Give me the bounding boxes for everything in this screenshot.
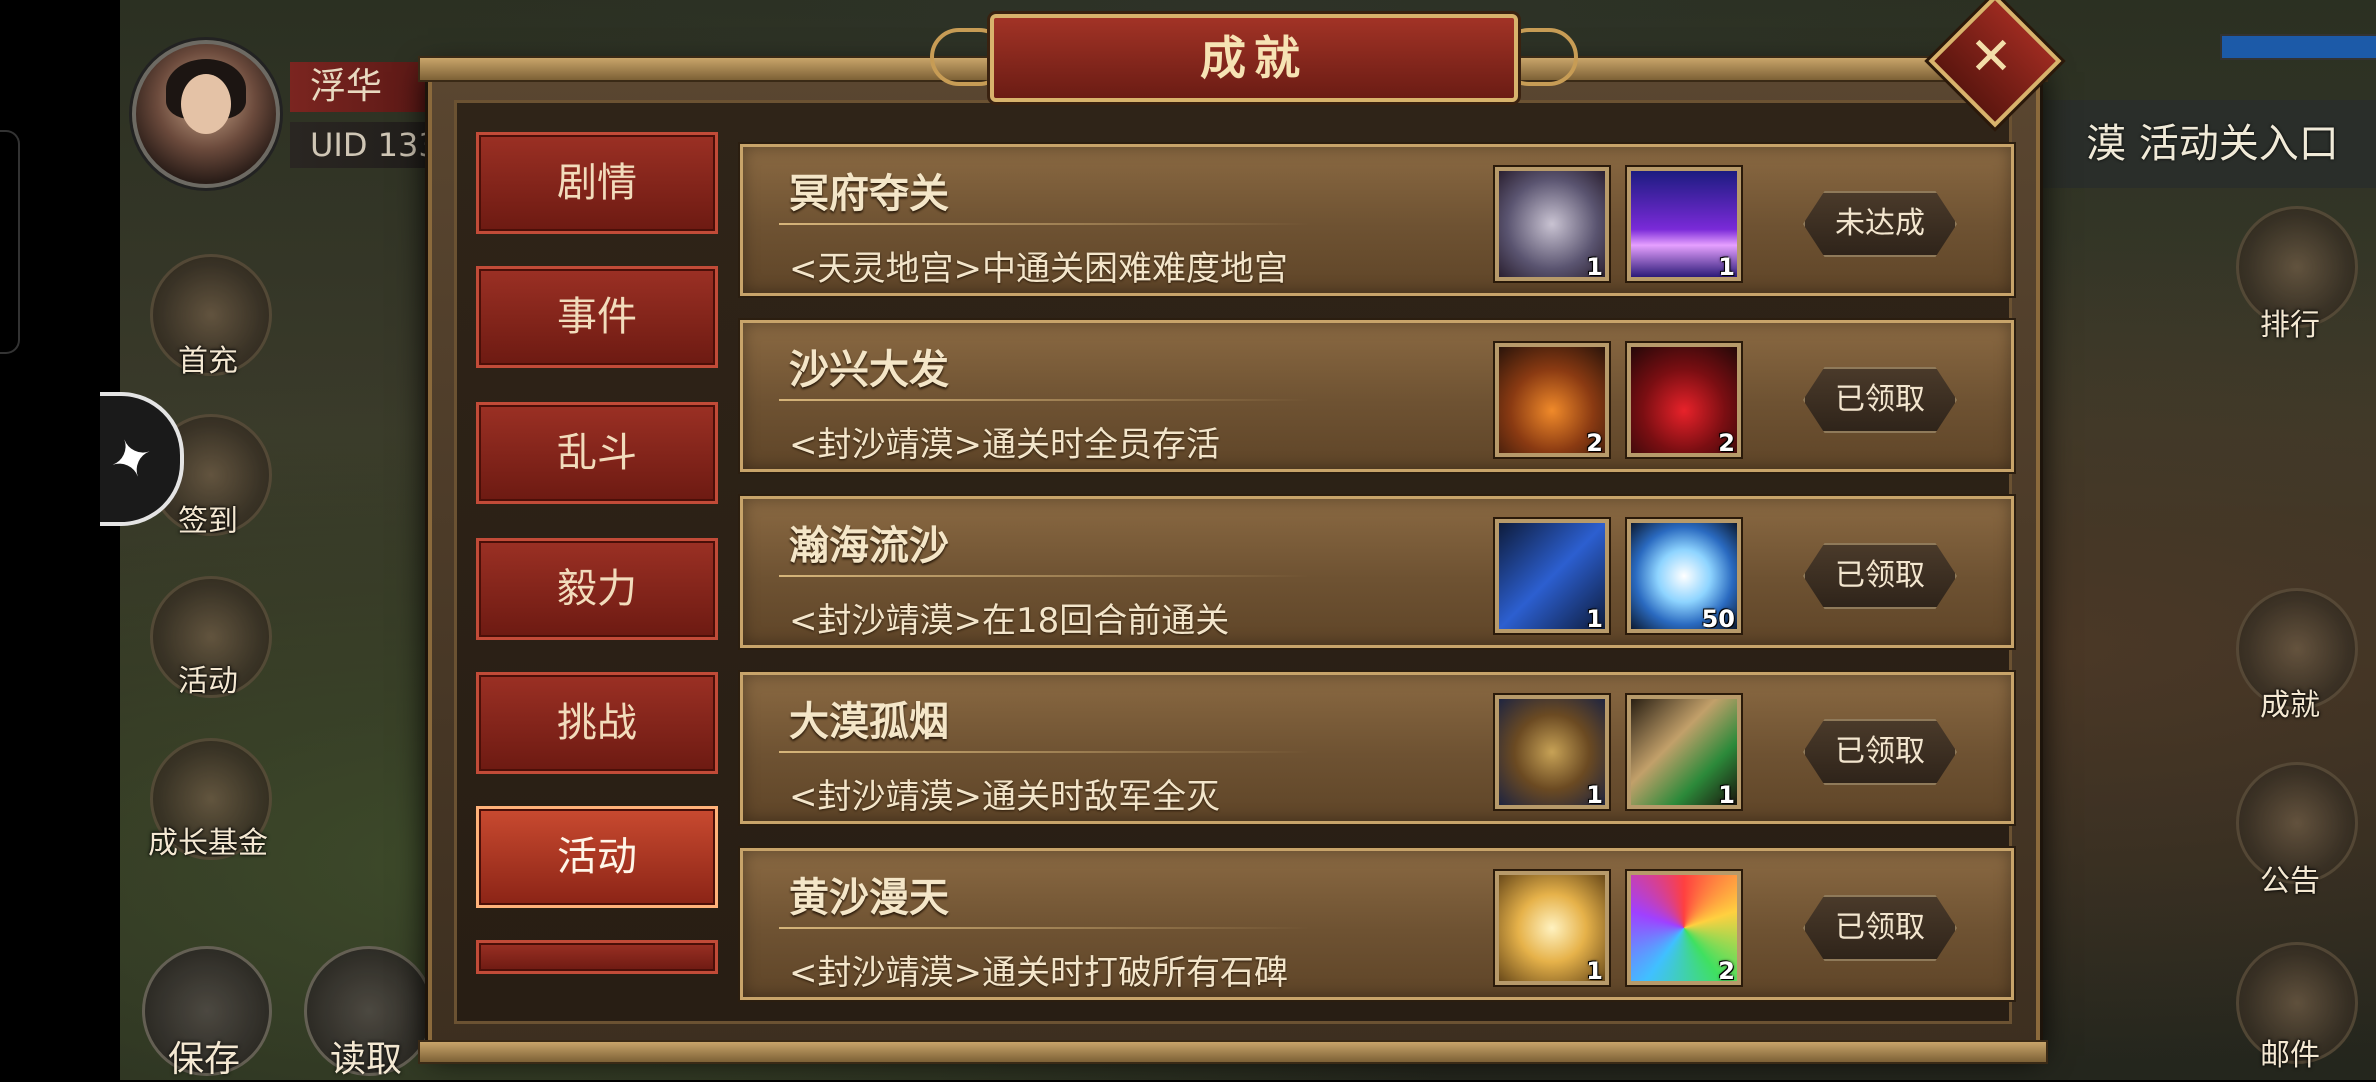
load-label: 读取 <box>329 1039 402 1080</box>
war-horse-icon[interactable]: 1 <box>1495 695 1609 809</box>
purple-light-icon[interactable]: 1 <box>1627 167 1741 281</box>
tab-more-partial[interactable] <box>476 940 718 974</box>
player-avatar[interactable] <box>132 40 280 188</box>
tab-label: 乱斗 <box>557 430 637 476</box>
divider <box>779 223 1309 225</box>
growth-fund-label: 成长基金 <box>148 826 268 861</box>
reward-count: 1 <box>1718 781 1735 809</box>
tab-events[interactable]: 事件 <box>476 266 718 368</box>
treasure-chest-icon[interactable]: 1 <box>1495 167 1609 281</box>
achievement-desc: <封沙靖漠>在18回合前通关 <box>789 601 1230 641</box>
reward-count: 1 <box>1586 253 1603 281</box>
notch-edge <box>0 130 20 354</box>
reward-count: 50 <box>1701 605 1735 633</box>
tab-label: 挑战 <box>557 700 637 746</box>
achievement-title: 冥府夺关 <box>789 171 949 217</box>
tab-story[interactable]: 剧情 <box>476 132 718 234</box>
gold-token-icon[interactable]: 1 <box>1495 871 1609 985</box>
reward-count: 1 <box>1586 957 1603 985</box>
event-label: 活动 <box>178 664 238 699</box>
tab-activity[interactable]: 活动 <box>476 806 718 908</box>
close-icon: ✕ <box>1969 27 2013 87</box>
divider <box>779 927 1309 929</box>
tab-label: 事件 <box>557 294 637 340</box>
tab-label: 活动 <box>557 834 637 880</box>
red-cherry-icon[interactable]: 2 <box>1627 343 1741 457</box>
rainbow-orb-icon[interactable]: 2 <box>1627 871 1741 985</box>
status-button[interactable]: 未达成 <box>1803 191 1957 257</box>
tab-perseverance[interactable]: 毅力 <box>476 538 718 640</box>
notice-label: 公告 <box>2260 864 2320 899</box>
ranking-label: 排行 <box>2260 308 2320 343</box>
status-button[interactable]: 已领取 <box>1803 719 1957 785</box>
achievement-row: 沙兴大发 <封沙靖漠>通关时全员存活 2 2 已领取 <box>740 320 2014 472</box>
tab-challenge[interactable]: 挑战 <box>476 672 718 774</box>
blue-scroll-icon[interactable]: 1 <box>1495 519 1609 633</box>
dialog-bottom-rail <box>418 1040 2048 1064</box>
achievement-desc: <天灵地宫>中通关困难难度地宫 <box>789 249 1288 289</box>
achievement-row: 瀚海流沙 <封沙靖漠>在18回合前通关 1 50 已领取 <box>740 496 2014 648</box>
tab-brawl[interactable]: 乱斗 <box>476 402 718 504</box>
green-scroll-icon[interactable]: 1 <box>1627 695 1741 809</box>
assistant-icon: ✦ <box>101 424 163 496</box>
reward-count: 2 <box>1586 429 1603 457</box>
divider <box>779 575 1309 577</box>
orange-fruit-icon[interactable]: 2 <box>1495 343 1609 457</box>
event-entrance-banner[interactable]: 漠 活动关入口 <box>2016 100 2376 188</box>
energy-bar <box>2220 34 2376 60</box>
first-charge-label: 首充 <box>178 344 238 379</box>
achievement-label: 成就 <box>2260 688 2320 723</box>
screen-letterbox <box>0 0 120 1080</box>
status-button[interactable]: 已领取 <box>1803 367 1957 433</box>
tab-label: 毅力 <box>557 566 637 612</box>
reward-count: 2 <box>1718 429 1735 457</box>
mail-label: 邮件 <box>2260 1038 2320 1073</box>
achievement-title: 瀚海流沙 <box>789 523 949 569</box>
reward-count: 1 <box>1586 781 1603 809</box>
achievement-title: 沙兴大发 <box>789 347 949 393</box>
tab-label: 剧情 <box>557 160 637 206</box>
reward-count: 1 <box>1586 605 1603 633</box>
reward-count: 2 <box>1718 957 1735 985</box>
achievement-desc: <封沙靖漠>通关时敌军全灭 <box>789 777 1220 817</box>
divider <box>779 751 1309 753</box>
achievement-title: 大漠孤烟 <box>789 699 949 745</box>
achievement-title: 黄沙漫天 <box>789 875 949 921</box>
achievement-row: 大漠孤烟 <封沙靖漠>通关时敌军全灭 1 1 已领取 <box>740 672 2014 824</box>
achievement-row: 黄沙漫天 <封沙靖漠>通关时打破所有石碑 1 2 已领取 <box>740 848 2014 1000</box>
dialog-title: 成就 <box>990 14 1518 102</box>
achievement-desc: <封沙靖漠>通关时全员存活 <box>789 425 1220 465</box>
divider <box>779 399 1309 401</box>
status-button[interactable]: 已领取 <box>1803 543 1957 609</box>
ice-crystal-icon[interactable]: 50 <box>1627 519 1741 633</box>
achievement-desc: <封沙靖漠>通关时打破所有石碑 <box>789 953 1288 993</box>
achievement-row: 冥府夺关 <天灵地宫>中通关困难难度地宫 1 1 未达成 <box>740 144 2014 296</box>
reward-count: 1 <box>1718 253 1735 281</box>
avatar-face <box>181 74 231 134</box>
save-label: 保存 <box>167 1039 240 1080</box>
status-button[interactable]: 已领取 <box>1803 895 1957 961</box>
